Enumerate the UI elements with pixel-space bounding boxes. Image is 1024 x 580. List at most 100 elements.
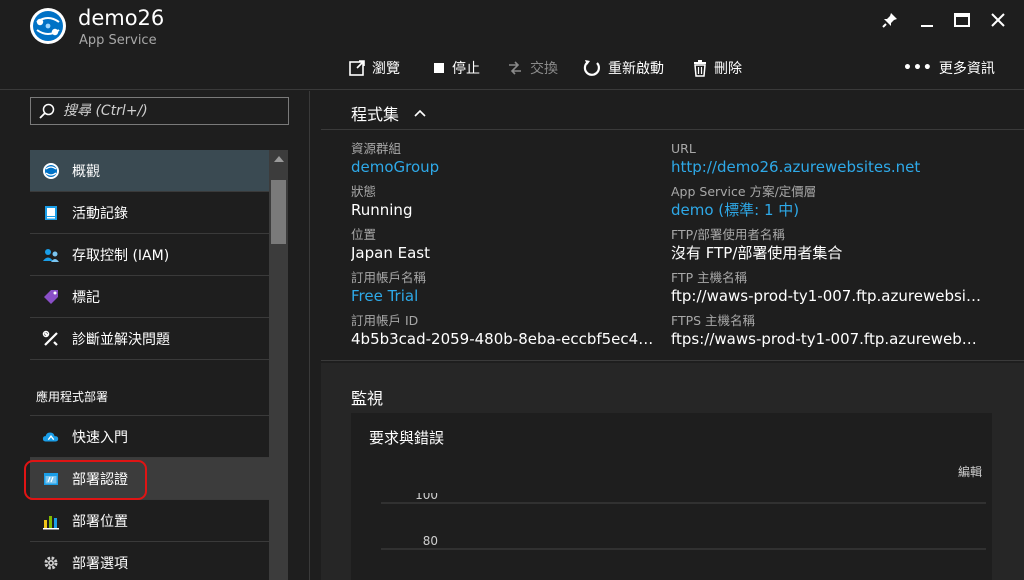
- swap-label: 交換: [530, 61, 558, 77]
- cloud-icon: [42, 428, 60, 446]
- ftp-user-value: 沒有 FTP/部署使用者集合: [671, 244, 843, 262]
- ftp-host-value: ftp://waws-prod-ty1-007.ftp.azurewebsit.…: [671, 287, 981, 305]
- command-bar: 瀏覽 停止 交換 重新啟動 刪除 ••• 更多資訊: [348, 56, 995, 80]
- browse-label: 瀏覽: [372, 61, 400, 77]
- subscription-name-field: 訂用帳戶名稱 Free Trial: [351, 270, 661, 306]
- sidebar-item-label: 部署選項: [72, 555, 128, 572]
- restart-button[interactable]: 重新啟動: [582, 56, 664, 80]
- page-title: demo26: [78, 6, 165, 30]
- requests-errors-chart[interactable]: 要求與錯誤 編輯 100 80: [351, 413, 992, 580]
- sidebar-item-quickstart[interactable]: 快速入門: [30, 416, 269, 458]
- field-label: 資源群組: [351, 141, 402, 156]
- blade-header: demo26 App Service 瀏覽 停止 交換 重新啟動 刪除 ••• …: [0, 0, 1024, 90]
- sidebar-item-deployment-credentials[interactable]: 部署認證: [24, 458, 269, 500]
- monitoring-section: 監視 要求與錯誤 編輯 100 80: [321, 363, 1024, 580]
- subscription-id-field: 訂用帳戶 ID 4b5b3cad-2059-480b-8eba-eccbf5ec…: [351, 313, 661, 349]
- main-content: 程式集 資源群組 demoGroup 狀態 Running 位置 Japan E…: [321, 91, 1024, 580]
- ftps-host-value: ftps://waws-prod-ty1-007.ftp.azurewebs..…: [671, 330, 981, 348]
- ftp-user-field: FTP/部署使用者名稱 沒有 FTP/部署使用者集合: [671, 227, 981, 263]
- sidebar-item-tags[interactable]: 標記: [30, 276, 269, 318]
- subscription-link[interactable]: Free Trial: [351, 286, 661, 306]
- trash-icon: [694, 60, 706, 77]
- page-subtitle: App Service: [79, 33, 157, 48]
- chart-plot: 100 80: [381, 493, 986, 550]
- field-label: 訂用帳戶 ID: [351, 313, 419, 328]
- deployment-slots-icon: [42, 512, 60, 530]
- minimize-icon[interactable]: [915, 8, 939, 32]
- sidebar-item-diagnose[interactable]: 診斷並解決問題: [30, 318, 269, 360]
- chevron-up-icon: [414, 109, 426, 117]
- field-label: App Service 方案/定價層: [671, 184, 817, 199]
- app-service-icon: [42, 162, 60, 180]
- sidebar-item-label: 診斷並解決問題: [72, 331, 170, 348]
- field-label: FTP/部署使用者名稱: [671, 227, 785, 242]
- sidebar-item-label: 活動記錄: [72, 205, 128, 222]
- app-service-logo-icon: [30, 8, 66, 44]
- y-tick-label: 100: [415, 493, 438, 502]
- stop-label: 停止: [452, 61, 480, 77]
- close-icon[interactable]: [986, 8, 1010, 32]
- sidebar-item-label: 概觀: [72, 163, 100, 180]
- search-box[interactable]: [30, 97, 289, 125]
- y-tick-label: 80: [423, 534, 438, 548]
- maximize-icon[interactable]: [950, 8, 974, 32]
- more-info-button[interactable]: ••• 更多資訊: [903, 56, 995, 80]
- essentials-title: 程式集: [351, 105, 400, 124]
- sidebar-item-overview[interactable]: 概觀: [30, 150, 269, 192]
- sidebar-item-iam[interactable]: 存取控制 (IAM): [30, 234, 269, 276]
- gear-icon: [42, 554, 60, 572]
- sidebar-item-label: 部署位置: [72, 513, 128, 530]
- edit-chart-link[interactable]: 編輯: [958, 463, 982, 480]
- search-icon: [39, 103, 55, 119]
- field-label: 狀態: [351, 184, 377, 199]
- scroll-thumb[interactable]: [271, 180, 286, 244]
- resource-group-field: 資源群組 demoGroup: [351, 141, 661, 177]
- sidebar-item-label: 部署認證: [72, 471, 128, 488]
- stop-button[interactable]: 停止: [432, 56, 480, 80]
- browse-button[interactable]: 瀏覽: [348, 56, 400, 80]
- delete-button[interactable]: 刪除: [692, 56, 742, 80]
- essentials-divider: [321, 129, 1024, 130]
- location-field: 位置 Japan East: [351, 227, 661, 263]
- url-link[interactable]: http://demo26.azurewebsites.net: [671, 157, 981, 177]
- users-icon: [42, 246, 60, 264]
- swap-button[interactable]: 交換: [506, 56, 558, 80]
- status-value: Running: [351, 201, 413, 219]
- more-dots-icon: •••: [903, 60, 933, 76]
- field-label: 訂用帳戶名稱: [351, 270, 427, 285]
- ftp-host-field: FTP 主機名稱 ftp://waws-prod-ty1-007.ftp.azu…: [671, 270, 981, 306]
- search-input[interactable]: [63, 103, 283, 119]
- field-label: URL: [671, 141, 696, 156]
- menu-list: 概觀 活動記錄 存取控制 (IAM) 標記 診斷並解決問題 應用程式部署 快速入…: [24, 150, 269, 580]
- restart-label: 重新啟動: [608, 61, 664, 77]
- delete-label: 刪除: [714, 61, 742, 77]
- sidebar-item-deployment-slots[interactable]: 部署位置: [30, 500, 269, 542]
- essentials-toggle[interactable]: 程式集: [351, 101, 427, 125]
- restart-icon: [583, 60, 600, 76]
- app-service-plan-field: App Service 方案/定價層 demo (標準: 1 中): [671, 184, 981, 220]
- menu-scrollbar[interactable]: [269, 150, 288, 580]
- more-info-label: 更多資訊: [938, 61, 995, 77]
- app-service-plan-link[interactable]: demo (標準: 1 中): [671, 200, 981, 220]
- swap-icon: [509, 61, 521, 75]
- resource-group-link[interactable]: demoGroup: [351, 157, 661, 177]
- field-label: 位置: [351, 227, 377, 242]
- section-title-deployment: 應用程式部署: [30, 360, 269, 416]
- sidebar-item-label: 快速入門: [72, 429, 128, 446]
- pin-icon[interactable]: [878, 8, 902, 32]
- scroll-up-arrow-icon[interactable]: [274, 156, 284, 162]
- wrench-icon: [42, 330, 60, 348]
- external-link-icon: [349, 60, 365, 76]
- status-field: 狀態 Running: [351, 184, 661, 220]
- sidebar-item-label: 存取控制 (IAM): [72, 247, 170, 264]
- sidebar-item-label: 標記: [72, 289, 100, 306]
- sidebar-item-activity-log[interactable]: 活動記錄: [30, 192, 269, 234]
- stop-icon: [434, 63, 444, 73]
- chart-title: 要求與錯誤: [369, 429, 445, 447]
- sidebar-item-deployment-options[interactable]: 部署選項: [30, 542, 269, 580]
- url-field: URL http://demo26.azurewebsites.net: [671, 141, 981, 177]
- field-label: FTPS 主機名稱: [671, 313, 756, 328]
- tag-icon: [42, 288, 60, 306]
- activity-log-icon: [42, 204, 60, 222]
- field-label: FTP 主機名稱: [671, 270, 748, 285]
